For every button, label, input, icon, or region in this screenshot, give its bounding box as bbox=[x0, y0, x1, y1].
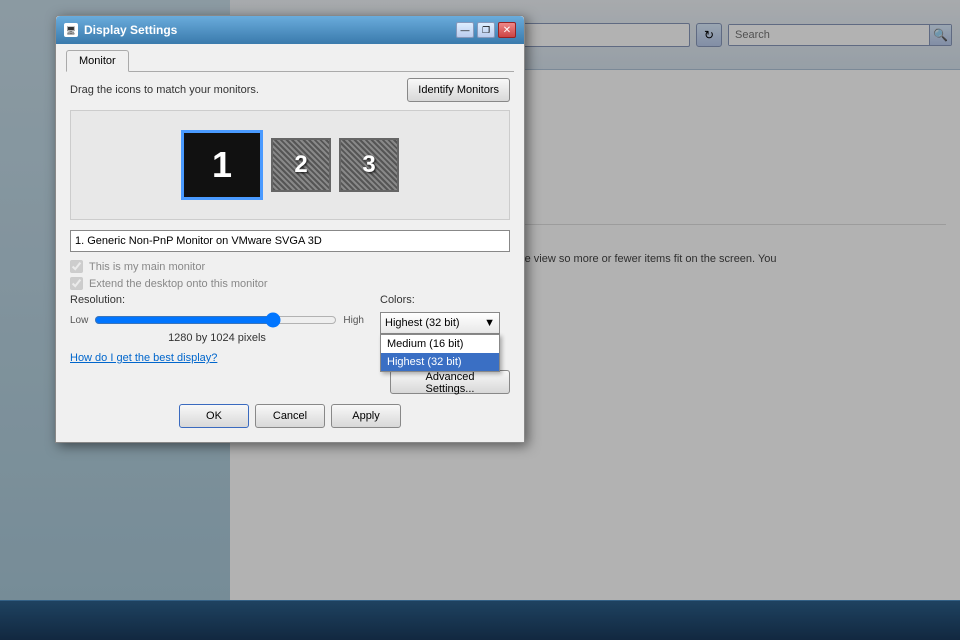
dialog-body: Identify Monitors Drag the icons to matc… bbox=[56, 72, 524, 442]
dialog-title-icon: 🖥 bbox=[64, 23, 78, 37]
dialog-header-row: Identify Monitors Drag the icons to matc… bbox=[70, 82, 510, 102]
colors-select-btn[interactable]: Highest (32 bit) ▼ bbox=[380, 312, 500, 334]
colors-dropdown-arrow: ▼ bbox=[484, 317, 495, 329]
display-settings-dialog: 🖥 Display Settings — ❐ ✕ Monitor Identif… bbox=[55, 15, 525, 443]
dialog-tab-bar: Monitor bbox=[56, 44, 524, 72]
tab-monitor[interactable]: Monitor bbox=[66, 50, 129, 72]
colors-dropdown-popup: Medium (16 bit) Highest (32 bit) bbox=[380, 334, 500, 372]
slider-row: Low High bbox=[70, 312, 364, 328]
dialog-buttons: OK Cancel Apply bbox=[70, 404, 510, 428]
dialog-titlebar: 🖥 Display Settings — ❐ ✕ bbox=[56, 16, 524, 44]
monitor-2-icon[interactable]: 2 bbox=[271, 138, 331, 192]
colors-right: Colors: Highest (32 bit) ▼ Medium (16 bi… bbox=[380, 294, 510, 334]
extend-desktop-label: Extend the desktop onto this monitor bbox=[89, 278, 268, 290]
main-monitor-row: This is my main monitor bbox=[70, 260, 510, 273]
apply-btn[interactable]: Apply bbox=[331, 404, 401, 428]
dialog-tabs: Monitor bbox=[66, 50, 514, 72]
main-monitor-checkbox[interactable] bbox=[70, 260, 83, 273]
identify-monitors-btn[interactable]: Identify Monitors bbox=[407, 78, 510, 102]
ok-btn[interactable]: OK bbox=[179, 404, 249, 428]
high-label: High bbox=[343, 315, 364, 326]
low-label: Low bbox=[70, 315, 88, 326]
extend-desktop-checkbox[interactable] bbox=[70, 277, 83, 290]
monitor-1-icon[interactable]: 1 bbox=[181, 130, 263, 200]
main-monitor-label: This is my main monitor bbox=[89, 261, 205, 273]
colors-current-value: Highest (32 bit) bbox=[385, 317, 460, 329]
dialog-restore-btn[interactable]: ❐ bbox=[477, 22, 495, 38]
colors-option-highest[interactable]: Highest (32 bit) bbox=[381, 353, 499, 371]
colors-label: Colors: bbox=[380, 294, 510, 306]
colors-option-medium[interactable]: Medium (16 bit) bbox=[381, 335, 499, 353]
resolution-label: Resolution: bbox=[70, 294, 364, 306]
dialog-minimize-btn[interactable]: — bbox=[456, 22, 474, 38]
instruction-text: Drag the icons to match your monitors. bbox=[70, 84, 259, 96]
monitor-display-area: 1 2 3 bbox=[70, 110, 510, 220]
resolution-left: Resolution: Low High 1280 by 1024 pixels bbox=[70, 294, 364, 344]
advanced-btn-row: Advanced Settings... bbox=[70, 370, 510, 394]
cancel-btn[interactable]: Cancel bbox=[255, 404, 325, 428]
resolution-section: Resolution: Low High 1280 by 1024 pixels… bbox=[70, 294, 510, 344]
colors-dropdown-wrap: Highest (32 bit) ▼ Medium (16 bit) Highe… bbox=[380, 312, 510, 334]
extend-desktop-row: Extend the desktop onto this monitor bbox=[70, 277, 510, 290]
monitor-select[interactable]: 1. Generic Non-PnP Monitor on VMware SVG… bbox=[70, 230, 510, 252]
dialog-title-text: Display Settings bbox=[84, 23, 450, 37]
resolution-value: 1280 by 1024 pixels bbox=[70, 332, 364, 344]
resolution-slider[interactable] bbox=[94, 312, 337, 328]
advanced-settings-btn[interactable]: Advanced Settings... bbox=[390, 370, 510, 394]
dialog-close-btn[interactable]: ✕ bbox=[498, 22, 516, 38]
monitor-3-icon[interactable]: 3 bbox=[339, 138, 399, 192]
monitor-dropdown-container: 1. Generic Non-PnP Monitor on VMware SVG… bbox=[70, 230, 510, 252]
